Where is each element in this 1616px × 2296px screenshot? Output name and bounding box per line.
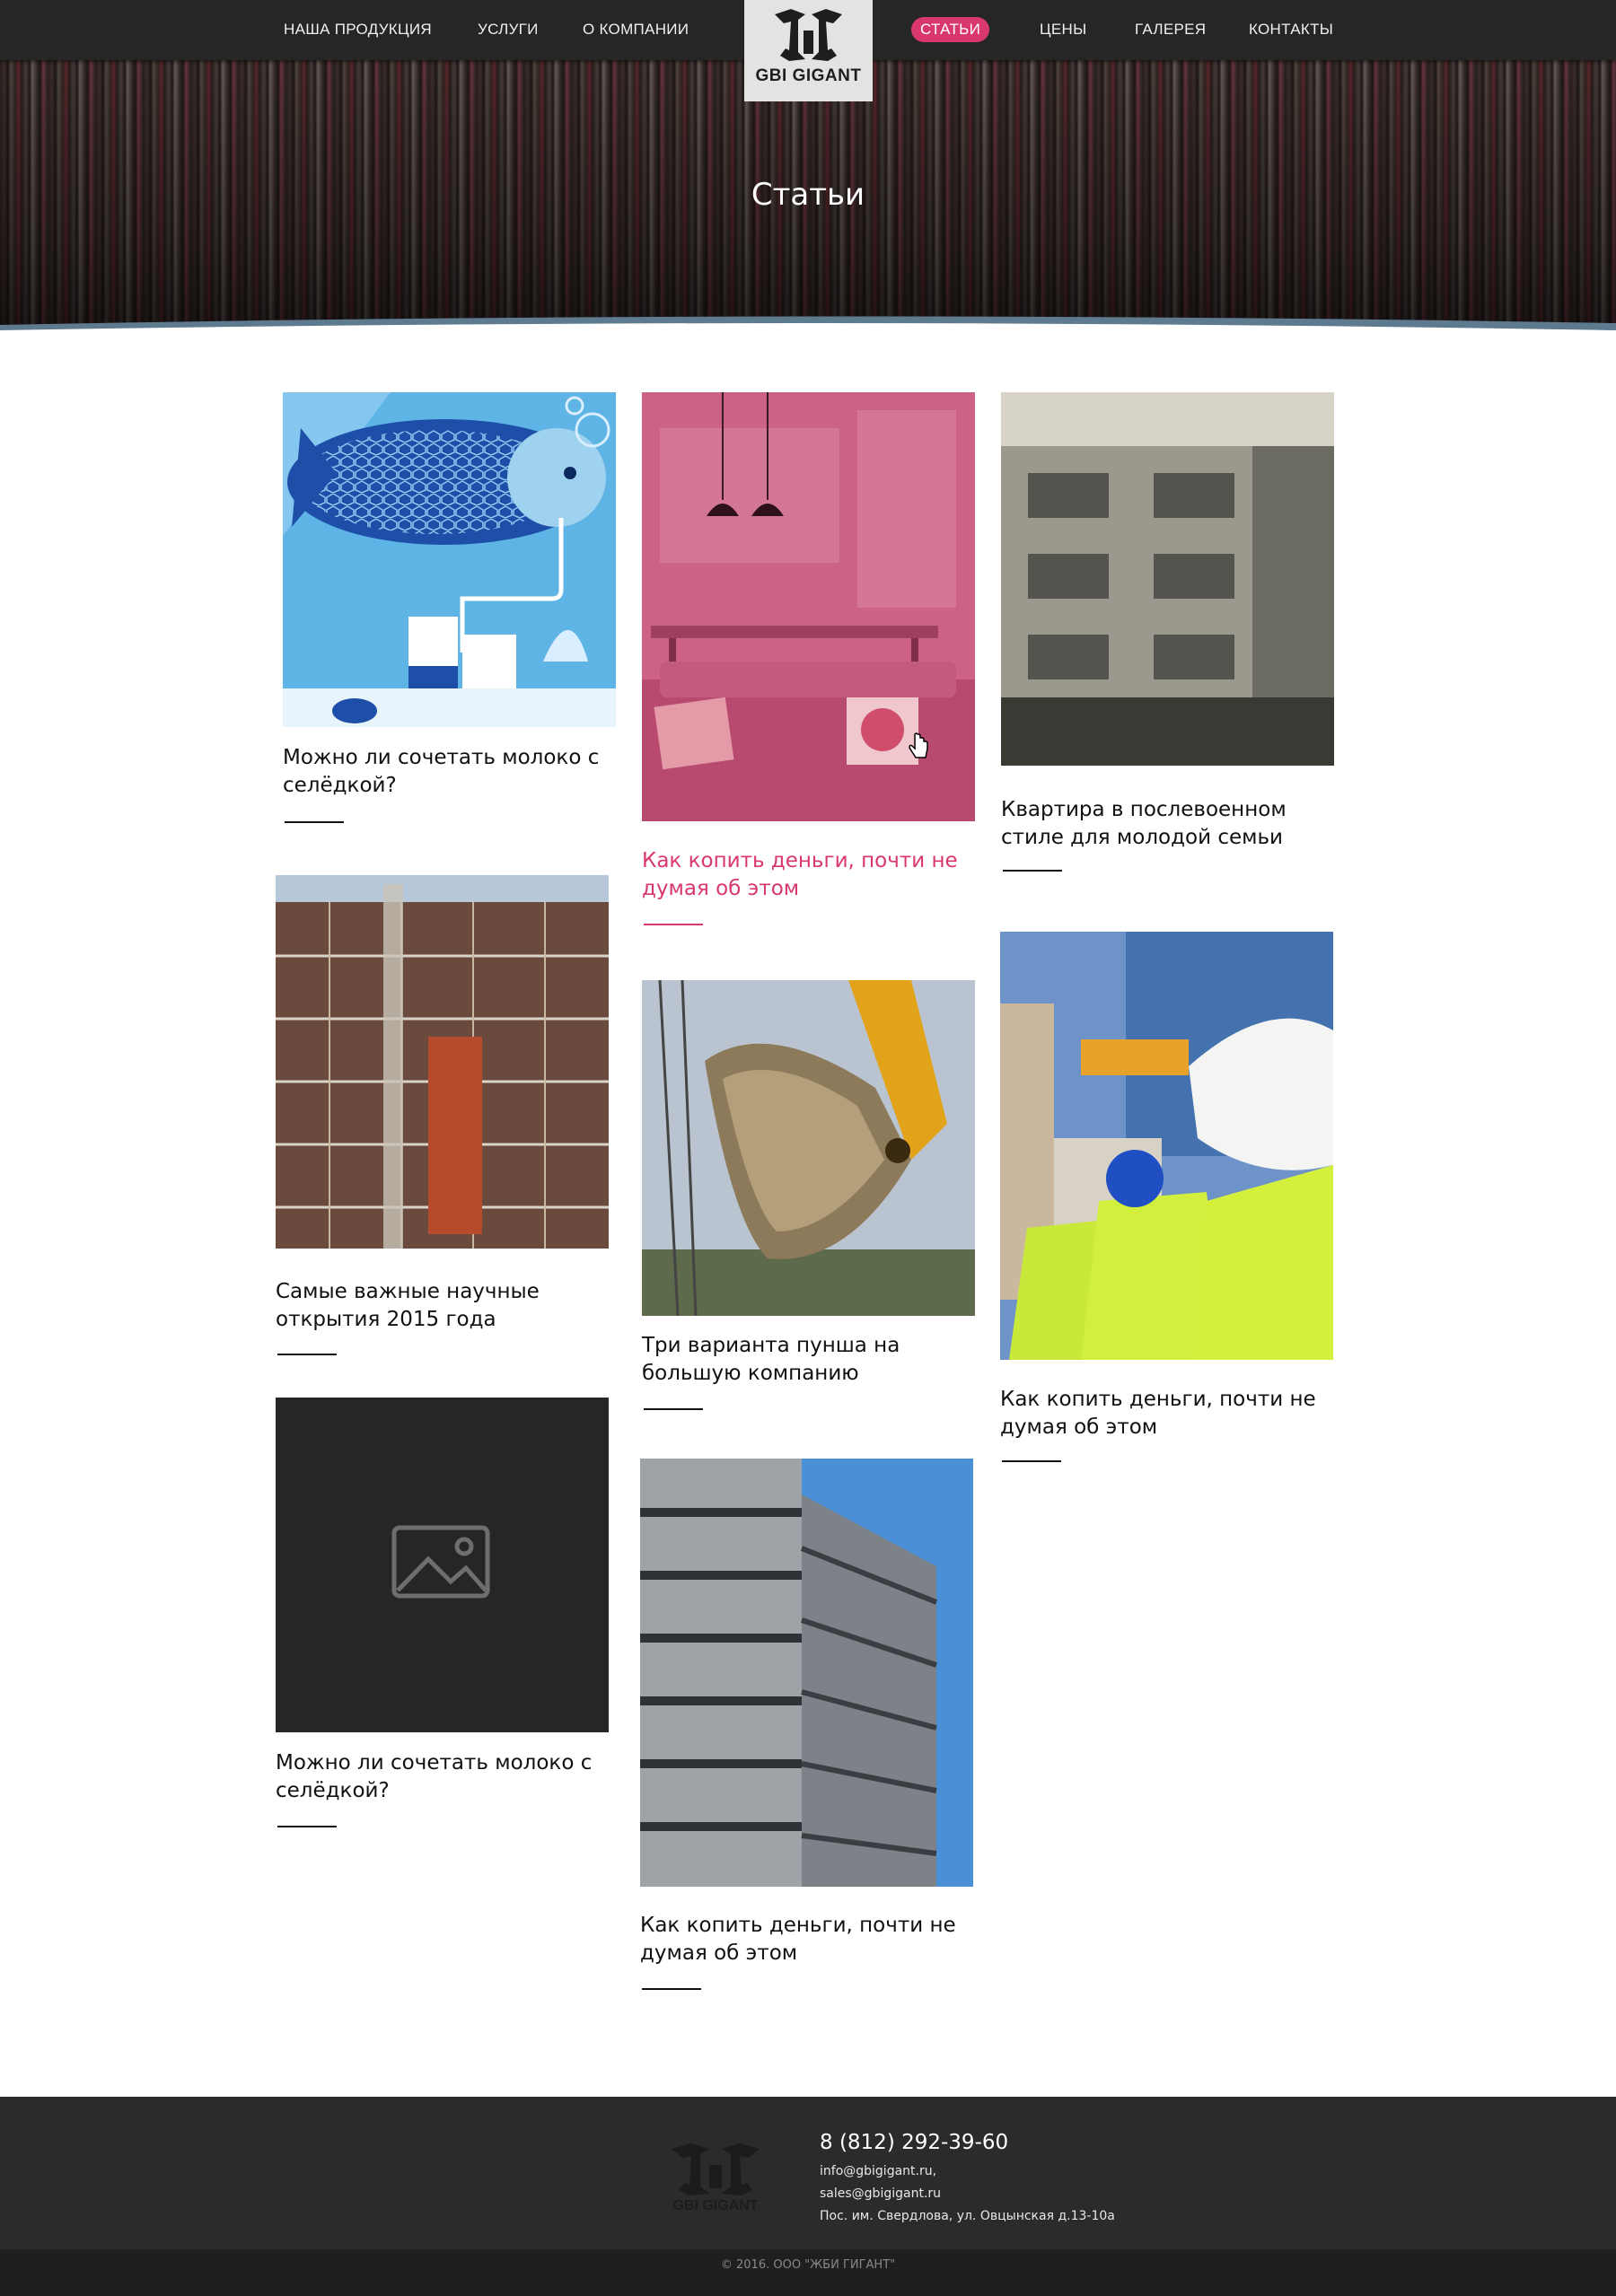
article-divider <box>1002 1460 1061 1462</box>
article-image-placeholder[interactable] <box>276 1398 609 1732</box>
article-image-concrete-frame-building[interactable] <box>640 1459 973 1887</box>
nav-item-services[interactable]: УСЛУГИ <box>478 16 539 43</box>
footer-email-info[interactable]: info@gbigigant.ru, <box>820 2164 936 2178</box>
hand-cursor-icon <box>909 732 928 758</box>
article-divider <box>1003 870 1062 872</box>
article-title[interactable]: Три варианта пунша на большую компанию <box>642 1332 975 1388</box>
article-title[interactable]: Как копить деньги, почти не думая об это… <box>642 847 975 903</box>
page-title: Статьи <box>751 177 865 213</box>
footer-logo-text: GBI GIGANT <box>672 2198 758 2213</box>
article-divider <box>642 1988 701 1990</box>
article-divider <box>644 1408 703 1410</box>
article-image-construction-scaffold[interactable] <box>276 875 609 1249</box>
footer-logo-icon[interactable]: GBI GIGANT <box>666 2142 765 2213</box>
article-image-construction-workers[interactable] <box>1000 932 1333 1360</box>
nav-item-gallery[interactable]: ГАЛЕРЕЯ <box>1135 16 1206 43</box>
nav-item-articles[interactable]: СТАТЬИ <box>911 17 990 42</box>
article-title[interactable]: Как копить деньги, почти не думая об это… <box>640 1912 973 1967</box>
footer-email-sales[interactable]: sales@gbigigant.ru <box>820 2186 941 2201</box>
article-divider <box>644 924 703 925</box>
footer-copyright: © 2016. ООО "ЖБИ ГИГАНТ" <box>720 2258 896 2272</box>
logo-mark-icon <box>775 9 842 61</box>
footer-phone[interactable]: 8 (812) 292-39-60 <box>820 2131 1008 2154</box>
article-image-fish-milk[interactable] <box>283 392 616 727</box>
hero-wave-divider <box>0 316 1616 350</box>
article-divider <box>277 1354 337 1355</box>
footer: GBI GIGANT <box>0 2097 1616 2249</box>
article-title[interactable]: Как копить деньги, почти не думая об это… <box>1000 1386 1333 1442</box>
article-title[interactable]: Можно ли сочетать молоко с селёдкой? <box>276 1749 609 1805</box>
article-image-excavator-bucket[interactable] <box>642 980 975 1316</box>
footer-address: Пос. им. Свердлова, ул. Овцынская д.13-1… <box>820 2209 1115 2223</box>
logo-text: GBI GIGANT <box>755 66 862 85</box>
nav-item-contacts[interactable]: КОНТАКТЫ <box>1249 16 1333 43</box>
article-title[interactable]: Квартира в послевоенном стиле для молодо… <box>1001 796 1334 852</box>
article-image-apartment-building[interactable] <box>1001 392 1334 766</box>
image-placeholder-icon <box>391 1525 490 1599</box>
nav-item-products[interactable]: НАША ПРОДУКЦИЯ <box>284 16 432 43</box>
article-title[interactable]: Можно ли сочетать молоко с селёдкой? <box>283 744 616 800</box>
footer-bottom-bar <box>0 2249 1616 2296</box>
nav-item-about[interactable]: О КОМПАНИИ <box>583 16 689 43</box>
nav-item-prices[interactable]: ЦЕНЫ <box>1040 16 1086 43</box>
article-divider <box>277 1826 337 1827</box>
hero-banner: Статьи <box>0 60 1616 347</box>
article-divider <box>285 821 344 823</box>
article-title[interactable]: Самые важные научные открытия 2015 года <box>276 1278 609 1334</box>
site-logo[interactable]: GBI GIGANT <box>744 0 873 101</box>
